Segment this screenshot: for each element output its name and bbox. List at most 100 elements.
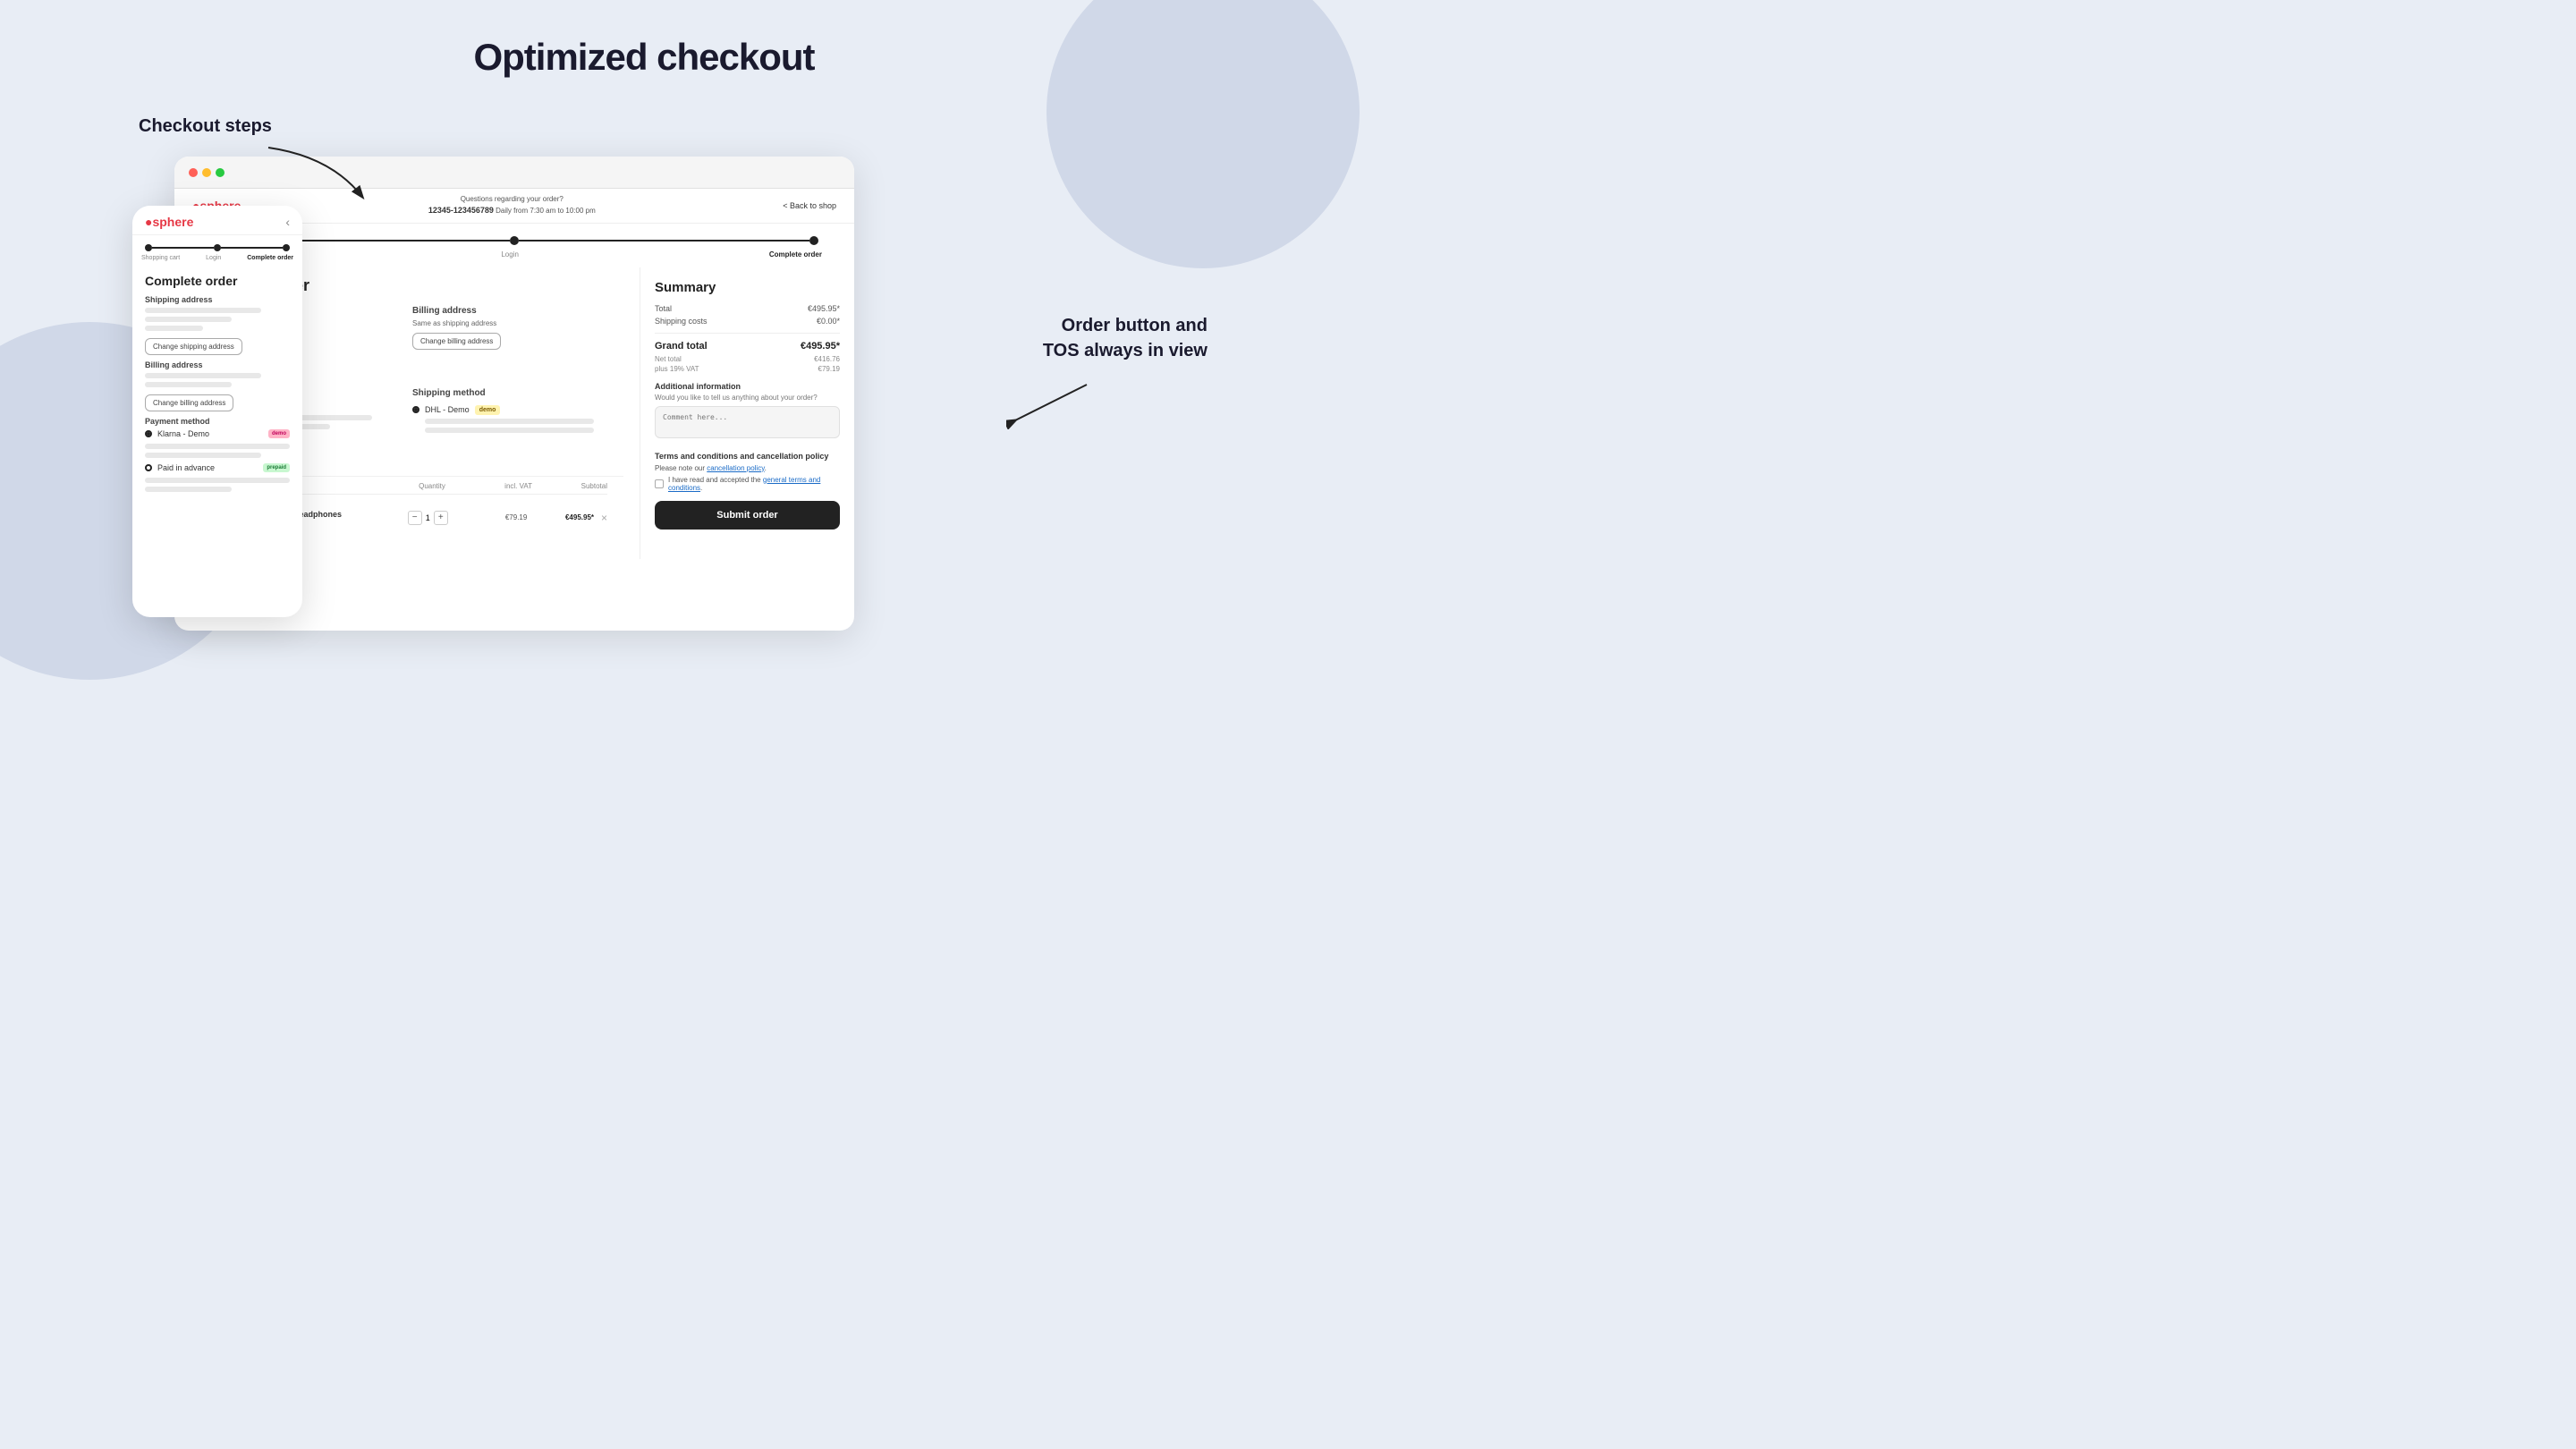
- phone-payment-klarna: Klarna - Demo demo: [145, 429, 290, 438]
- shipping-method-col: Shipping method DHL - Demo demo: [412, 388, 623, 436]
- order-button-annotation: Order button and TOS always in view: [1029, 313, 1208, 363]
- browser-step-dot-2: [510, 236, 519, 245]
- summary-title: Summary: [655, 280, 840, 295]
- phone-logo: ●sphere: [145, 215, 193, 229]
- vat-value: €79.19: [818, 365, 840, 373]
- summary-net-row: Net total €416.76: [655, 355, 840, 363]
- qty-decrease-btn[interactable]: −: [408, 511, 422, 525]
- dhl-radio-fill: [414, 408, 418, 411]
- step-label-cart: Shopping cart: [141, 255, 180, 261]
- step-dot-2: [214, 244, 221, 251]
- klarna-radio[interactable]: [145, 430, 152, 437]
- order-button-arrow: [1006, 376, 1096, 429]
- billing-same-text: Same as shipping address: [412, 319, 623, 327]
- dot-red: [189, 168, 198, 177]
- ph-dhl-2: [425, 428, 594, 433]
- phone-content: Complete order Shipping address Change s…: [132, 267, 302, 503]
- empty-col: [412, 445, 623, 467]
- step-dot-1: [145, 244, 152, 251]
- summary-divider: [655, 333, 840, 334]
- ph-klarna-2: [145, 453, 261, 458]
- dhl-label: DHL - Demo: [425, 405, 470, 414]
- step-label-complete: Complete order: [247, 255, 293, 261]
- klarna-label: Klarna - Demo: [157, 429, 209, 438]
- phone-close-button[interactable]: ‹: [285, 215, 290, 229]
- product-vat-1: €79.19: [474, 513, 527, 521]
- page-content: Optimized checkout Checkout steps Order …: [0, 0, 1288, 724]
- total-value: €495.95*: [808, 304, 840, 313]
- tos-checkbox[interactable]: [655, 479, 664, 488]
- qty-value: 1: [426, 513, 430, 522]
- browser-dots: [189, 168, 225, 177]
- additional-info-desc: Would you like to tell us anything about…: [655, 394, 840, 402]
- col-header-qty: Quantity: [394, 482, 470, 490]
- summary-grand-total: Grand total €495.95*: [655, 341, 840, 352]
- ph-dhl-1: [425, 419, 594, 424]
- tos-link-row: Please note our cancellation policy.: [655, 464, 840, 472]
- billing-section-label: Billing address: [412, 306, 623, 316]
- ph-line-4: [145, 373, 261, 378]
- ph-line-3: [145, 326, 203, 331]
- ph-klarna-1: [145, 444, 290, 449]
- advance-badge: prepaid: [263, 463, 290, 472]
- phone-change-billing-btn[interactable]: Change billing address: [145, 394, 233, 411]
- advance-radio[interactable]: [145, 464, 152, 471]
- net-label: Net total: [655, 355, 682, 363]
- phone-change-shipping-btn[interactable]: Change shipping address: [145, 338, 242, 355]
- page-title: Optimized checkout: [473, 36, 814, 79]
- billing-col: Billing address Same as shipping address…: [412, 306, 623, 379]
- summary-panel: Summary Total €495.95* Shipping costs €0…: [640, 267, 854, 559]
- support-label: Questions regarding your order?: [428, 194, 596, 205]
- grand-value: €495.95*: [801, 341, 840, 352]
- phone-mockup: ●sphere ‹ Shopping cart Login Complete o…: [132, 206, 302, 617]
- klarna-badge: demo: [268, 429, 290, 438]
- summary-vat-row: plus 19% VAT €79.19: [655, 365, 840, 373]
- ph-advance-1: [145, 478, 290, 483]
- phone-step-labels: Shopping cart Login Complete order: [132, 255, 302, 261]
- ph-line-5: [145, 382, 232, 387]
- vat-label: plus 19% VAT: [655, 365, 699, 373]
- checkout-steps-arrow: [259, 139, 376, 210]
- klarna-radio-inner: [147, 432, 150, 436]
- dot-yellow: [202, 168, 211, 177]
- phone-billing-label: Billing address: [145, 360, 290, 369]
- col-header-subtotal: Subtotal: [532, 482, 607, 490]
- support-phone: 12345-123456789: [428, 206, 494, 215]
- cancellation-policy-link[interactable]: cancellation policy: [707, 464, 764, 472]
- step-line-2: [221, 247, 283, 249]
- comment-textarea[interactable]: [655, 406, 840, 438]
- phone-complete-order-title: Complete order: [145, 274, 290, 288]
- tos-section: Terms and conditions and cancellation po…: [655, 452, 840, 492]
- product-qty-1: − 1 +: [408, 511, 471, 525]
- additional-info-title: Additional information: [655, 382, 840, 391]
- tos-title: Terms and conditions and cancellation po…: [655, 452, 840, 461]
- ph-advance-2: [145, 487, 232, 492]
- dhl-badge: demo: [475, 405, 501, 415]
- ph-line-2: [145, 317, 232, 322]
- dhl-radio[interactable]: [412, 406, 419, 413]
- tos-checkbox-text: I have read and accepted the general ter…: [668, 476, 840, 492]
- browser-step-dot-3: [809, 236, 818, 245]
- summary-total-row: Total €495.95*: [655, 304, 840, 313]
- col-header-vat: incl. VAT: [470, 482, 532, 490]
- dot-green: [216, 168, 225, 177]
- product-remove-1[interactable]: ×: [601, 512, 607, 524]
- support-hours: Daily from 7:30 am to 10:00 pm: [496, 207, 596, 215]
- phone-shipping-label: Shipping address: [145, 295, 290, 304]
- summary-shipping-row: Shipping costs €0.00*: [655, 317, 840, 326]
- dhl-option: DHL - Demo demo: [412, 402, 623, 419]
- additional-info-section: Additional information Would you like to…: [655, 382, 840, 443]
- browser-step-login: Login: [501, 250, 519, 258]
- submit-order-button[interactable]: Submit order: [655, 501, 840, 530]
- net-value: €416.76: [814, 355, 840, 363]
- step-line-1: [152, 247, 214, 249]
- qty-increase-btn[interactable]: +: [434, 511, 448, 525]
- back-to-shop-link[interactable]: < Back to shop: [783, 201, 836, 210]
- product-subtotal-1: €495.95*: [530, 513, 594, 521]
- step-label-login: Login: [206, 255, 221, 261]
- change-billing-btn[interactable]: Change billing address: [412, 333, 501, 350]
- phone-payment-label: Payment method: [145, 417, 290, 426]
- support-info: Questions regarding your order? 12345-12…: [428, 194, 596, 217]
- advance-label: Paid in advance: [157, 463, 215, 472]
- shipping-cost-label: Shipping costs: [655, 317, 708, 326]
